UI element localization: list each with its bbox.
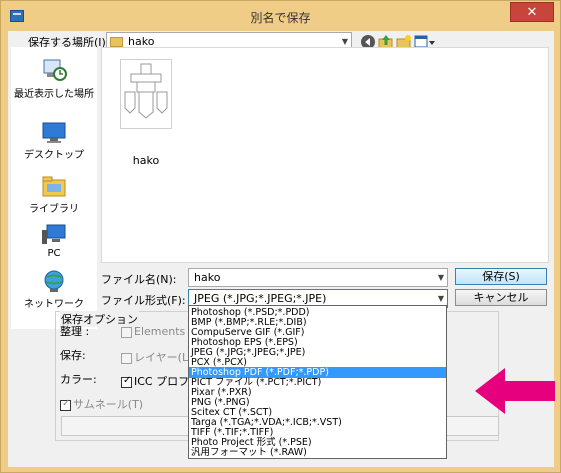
title-bar[interactable]: 別名で保存 ✕ xyxy=(1,1,560,31)
checkbox-icon xyxy=(121,352,132,364)
places-bar: 最近表示した場所 デスクトップ ライブラリ PC ネットワーク xyxy=(11,47,97,329)
filename-input[interactable]: hako ▼ xyxy=(188,268,448,287)
chevron-down-icon[interactable]: ▼ xyxy=(438,273,444,282)
annotation-arrow-icon xyxy=(475,368,555,414)
network-icon xyxy=(44,270,64,292)
checkbox-checked-icon xyxy=(121,375,132,388)
layers-label: レイヤー(L) xyxy=(134,351,193,364)
checkbox-checked-icon xyxy=(60,398,71,411)
recent-places-icon xyxy=(43,59,67,81)
place-pc[interactable]: PC xyxy=(11,224,97,259)
desktop-icon xyxy=(42,122,66,143)
save-button[interactable]: 保存(S) xyxy=(455,268,547,285)
filetype-option[interactable]: 汎用フォーマット (*.RAW) xyxy=(189,447,446,458)
cancel-button[interactable]: キャンセル xyxy=(455,289,547,306)
filename-value: hako xyxy=(194,271,221,284)
save-as-dialog: 別名で保存 ✕ 保存する場所(I): hako ▼ 最近表示した場所 デスクトッ… xyxy=(0,0,561,473)
filetype-label: ファイル形式(F): xyxy=(101,294,186,307)
checkbox-icon xyxy=(121,326,132,338)
place-recent[interactable]: 最近表示した場所 xyxy=(11,57,97,100)
filetype-dropdown-list: Photoshop (*.PSD;*.PDD) BMP (*.BMP;*.RLE… xyxy=(188,305,447,459)
color-label: カラー: xyxy=(60,373,97,386)
dialog-client: 保存する場所(I): hako ▼ 最近表示した場所 デスクトップ ライブラリ … xyxy=(8,31,555,467)
place-label: 最近表示した場所 xyxy=(14,89,94,100)
place-desktop[interactable]: デスクトップ xyxy=(11,122,97,161)
place-label: PC xyxy=(47,248,61,259)
place-network[interactable]: ネットワーク xyxy=(11,269,97,310)
libraries-icon xyxy=(42,176,66,197)
psd-thumbnail-icon xyxy=(124,63,168,119)
window-title: 別名で保存 xyxy=(250,11,311,25)
folder-icon xyxy=(110,37,123,47)
filename-label: ファイル名(N): xyxy=(101,273,177,286)
close-button[interactable]: ✕ xyxy=(510,2,554,22)
place-libraries[interactable]: ライブラリ xyxy=(11,174,97,215)
chevron-down-icon[interactable]: ▼ xyxy=(438,294,444,303)
place-label: デスクトップ xyxy=(24,150,84,161)
file-thumbnail[interactable] xyxy=(120,59,172,129)
file-name: hako xyxy=(132,154,160,167)
pc-icon xyxy=(42,224,66,244)
save-label: 保存: xyxy=(60,349,86,362)
file-list[interactable]: hako xyxy=(101,47,549,263)
filetype-value: JPEG (*.JPG;*.JPEG;*.JPE) xyxy=(194,292,327,305)
organize-label: 整理 : xyxy=(60,325,90,338)
layers-checkbox[interactable]: レイヤー(L) xyxy=(121,349,192,365)
chevron-down-icon: ▼ xyxy=(341,37,348,46)
place-label: ネットワーク xyxy=(24,299,84,310)
thumbnail-label: サムネール(T) xyxy=(73,398,144,411)
thumbnail-checkbox[interactable]: サムネール(T) xyxy=(60,396,143,412)
place-label: ライブラリ xyxy=(29,204,79,215)
